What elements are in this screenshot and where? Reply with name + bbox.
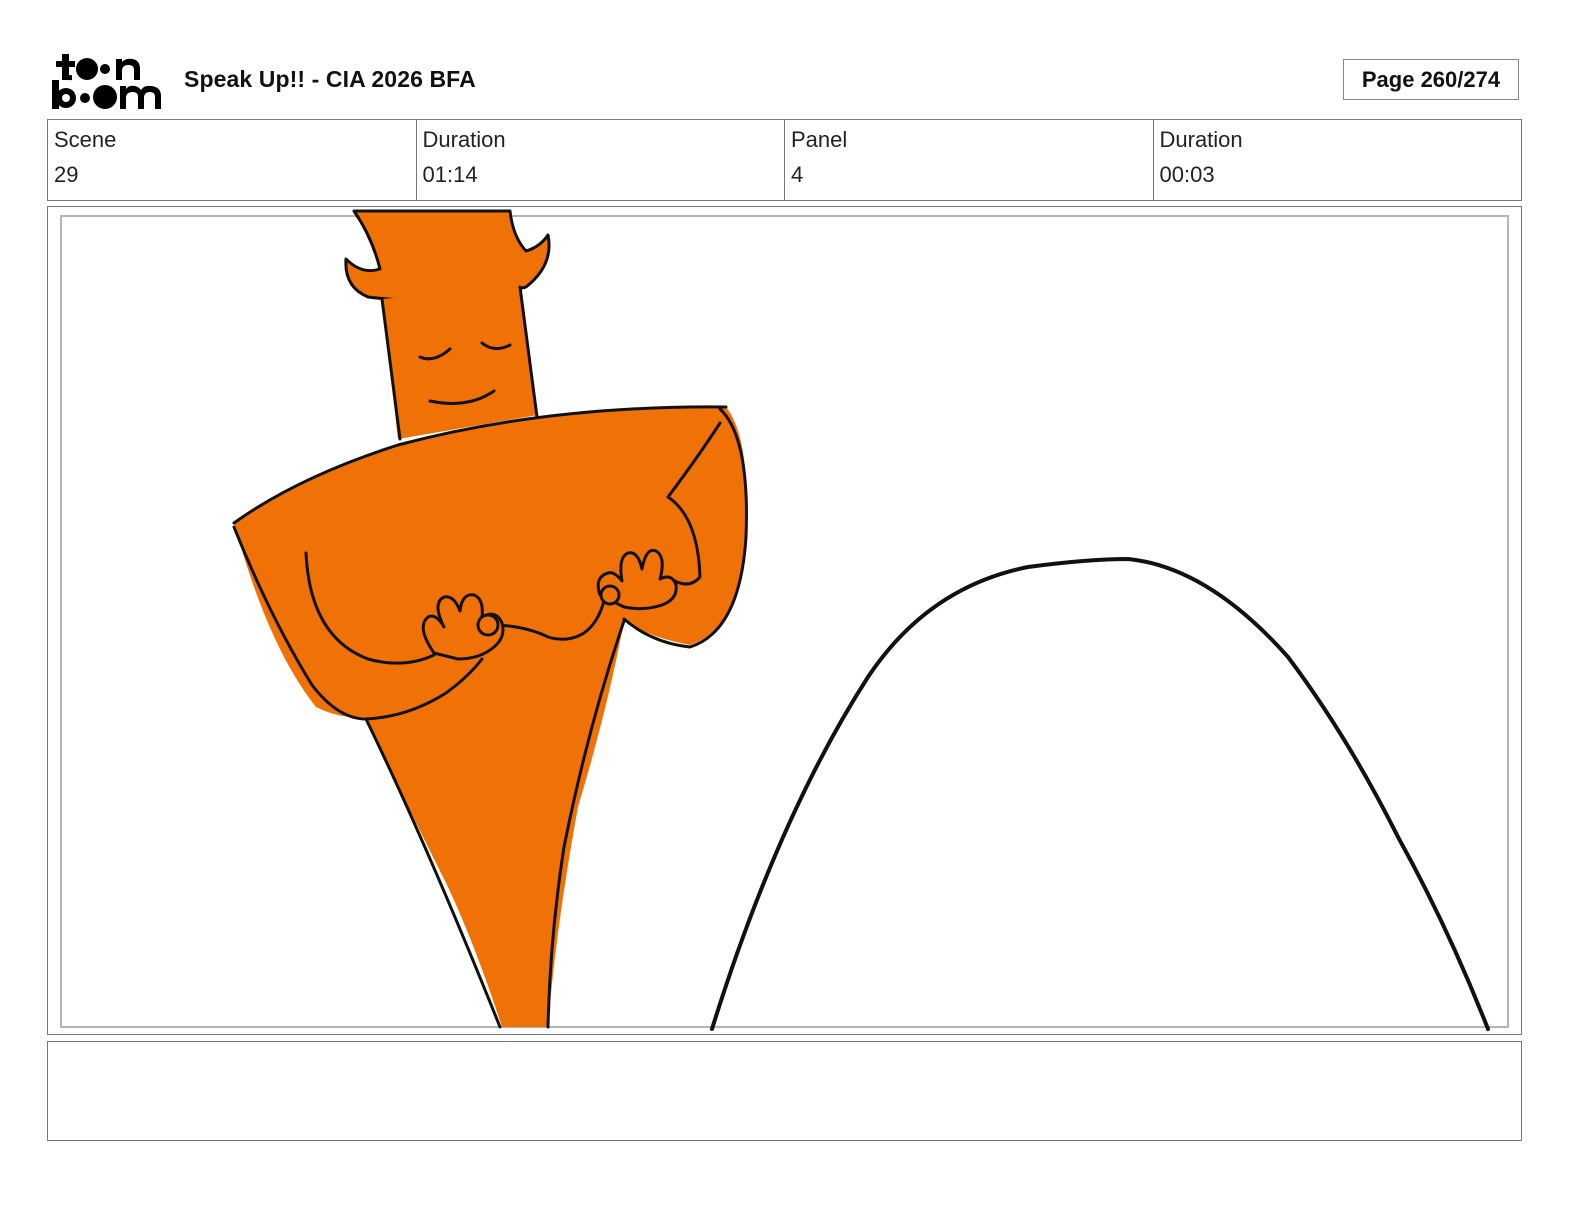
project-title: Speak Up!! - CIA 2026 BFA <box>184 66 476 92</box>
panel-duration-label: Duration <box>1159 127 1243 152</box>
orange-character <box>232 209 748 1029</box>
character-neck <box>382 287 538 439</box>
scene-label: Scene <box>54 127 117 152</box>
left-hand-ok-loop <box>476 613 500 637</box>
panel-label: Panel <box>791 127 848 152</box>
panel-notes-box <box>47 1041 1522 1141</box>
panel-cell: Panel 4 <box>784 120 1153 200</box>
panel-image-frame <box>47 206 1522 1035</box>
scene-duration-cell: Duration 01:14 <box>415 120 785 200</box>
right-hand-ok-loop <box>599 584 621 606</box>
panel-duration-value: 00:03 <box>1159 162 1215 187</box>
toon-boom-logo <box>50 50 165 112</box>
panel-value: 4 <box>791 162 804 187</box>
scene-duration-value: 01:14 <box>422 162 478 187</box>
storyboard-drawing <box>232 209 1490 1031</box>
scene-info-table: Scene 29 Duration 01:14 Panel 4 Duration… <box>47 119 1522 201</box>
scene-duration-label: Duration <box>422 127 506 152</box>
scene-value: 29 <box>54 162 79 187</box>
white-hill-outline <box>710 556 1490 1031</box>
page-indicator: Page 260/274 <box>1343 59 1519 100</box>
panel-duration-cell: Duration 00:03 <box>1152 120 1522 200</box>
scene-cell: Scene 29 <box>48 120 416 200</box>
